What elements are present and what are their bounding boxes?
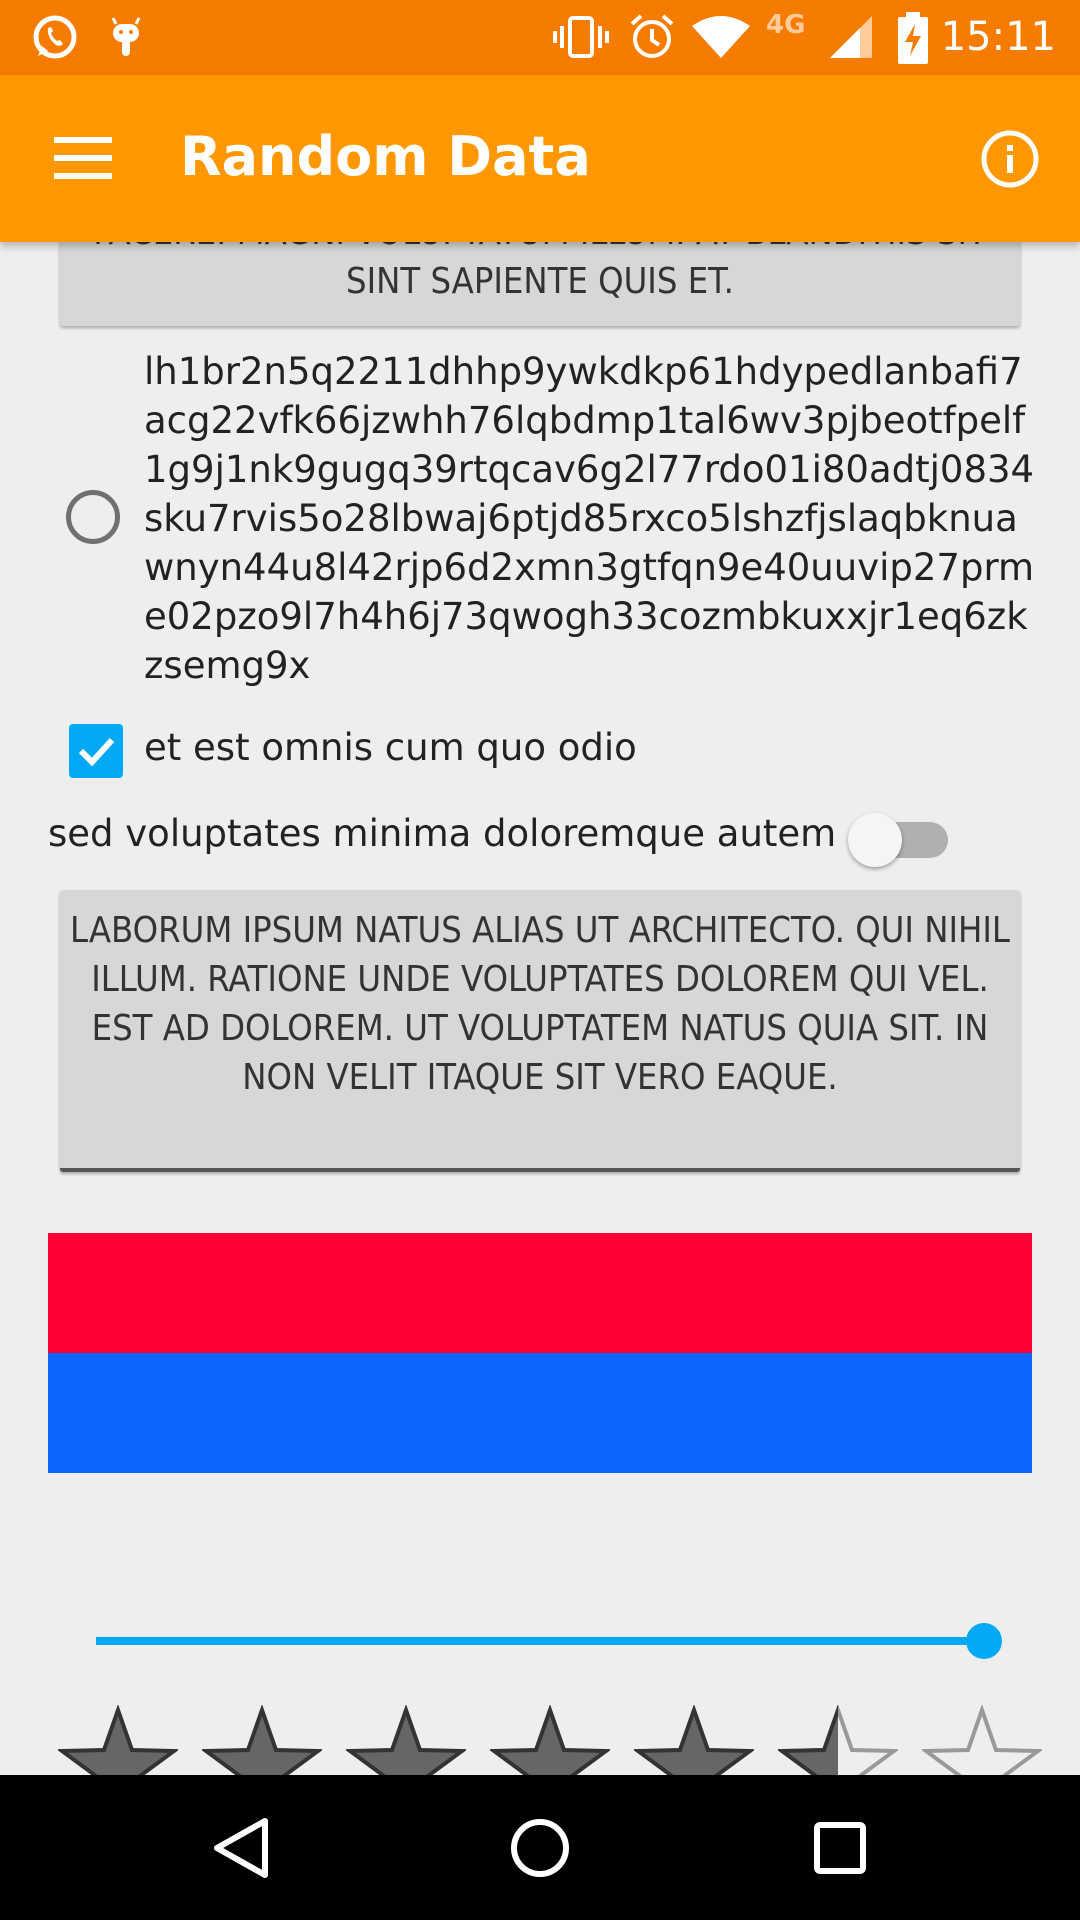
star-icon[interactable]: [202, 1705, 322, 1775]
rating-bar[interactable]: [58, 1705, 1048, 1775]
seek-bar-thumb[interactable]: [966, 1623, 1002, 1659]
main-button[interactable]: Laborum ipsum natus alias ut architecto.…: [60, 890, 1020, 1172]
status-bar: 4G 15:11: [0, 0, 1080, 75]
recents-icon[interactable]: [805, 1813, 875, 1883]
clock: 15:11: [940, 14, 1056, 60]
whatsapp-icon: [33, 15, 77, 59]
switch-label: sed voluptates minima doloremque autem: [48, 812, 837, 855]
switch-option[interactable]: sed voluptates minima doloremque autem: [0, 802, 1080, 872]
wifi-icon: [692, 16, 750, 58]
vibrate-icon: [553, 16, 609, 58]
star-icon[interactable]: [634, 1705, 754, 1775]
app-bar: Random Data: [0, 75, 1080, 242]
color-block-top: [48, 1233, 1032, 1353]
hamburger-menu-icon[interactable]: [54, 135, 112, 181]
alarm-icon: [630, 14, 674, 58]
navigation-bar: [0, 1775, 1080, 1920]
star-icon[interactable]: [58, 1705, 178, 1775]
signal-icon: [830, 16, 872, 58]
content-scroll-area[interactable]: Facere. Magni voluptatum illum. At bland…: [0, 242, 1080, 1775]
radio-button[interactable]: [66, 490, 120, 544]
top-button[interactable]: Facere. Magni voluptatum illum. At bland…: [60, 242, 1020, 326]
star-icon[interactable]: [346, 1705, 466, 1775]
android-icon: [111, 17, 141, 56]
checkbox-option[interactable]: et est omnis cum quo odio: [0, 716, 1080, 786]
check-icon: [78, 737, 115, 767]
battery-charging-icon: [898, 12, 928, 64]
network-type-label: 4G: [766, 10, 806, 40]
switch-thumb[interactable]: [848, 813, 902, 867]
checkbox-label: et est omnis cum quo odio: [144, 726, 637, 769]
star-icon[interactable]: [490, 1705, 610, 1775]
back-icon[interactable]: [205, 1813, 275, 1883]
checkbox[interactable]: [69, 724, 123, 778]
radio-option[interactable]: lh1br2n5q2211dhhp9ywkdkp61hdypedlanbafi7…: [0, 347, 1080, 687]
seek-bar-track[interactable]: [96, 1637, 984, 1645]
info-icon[interactable]: [980, 129, 1040, 189]
radio-label: lh1br2n5q2211dhhp9ywkdkp61hdypedlanbafi7…: [144, 350, 1035, 687]
home-icon[interactable]: [505, 1813, 575, 1883]
page-title: Random Data: [180, 125, 591, 188]
star-empty-icon[interactable]: [922, 1705, 1042, 1775]
color-block-bottom: [48, 1353, 1032, 1473]
star-half-icon[interactable]: [778, 1705, 898, 1775]
